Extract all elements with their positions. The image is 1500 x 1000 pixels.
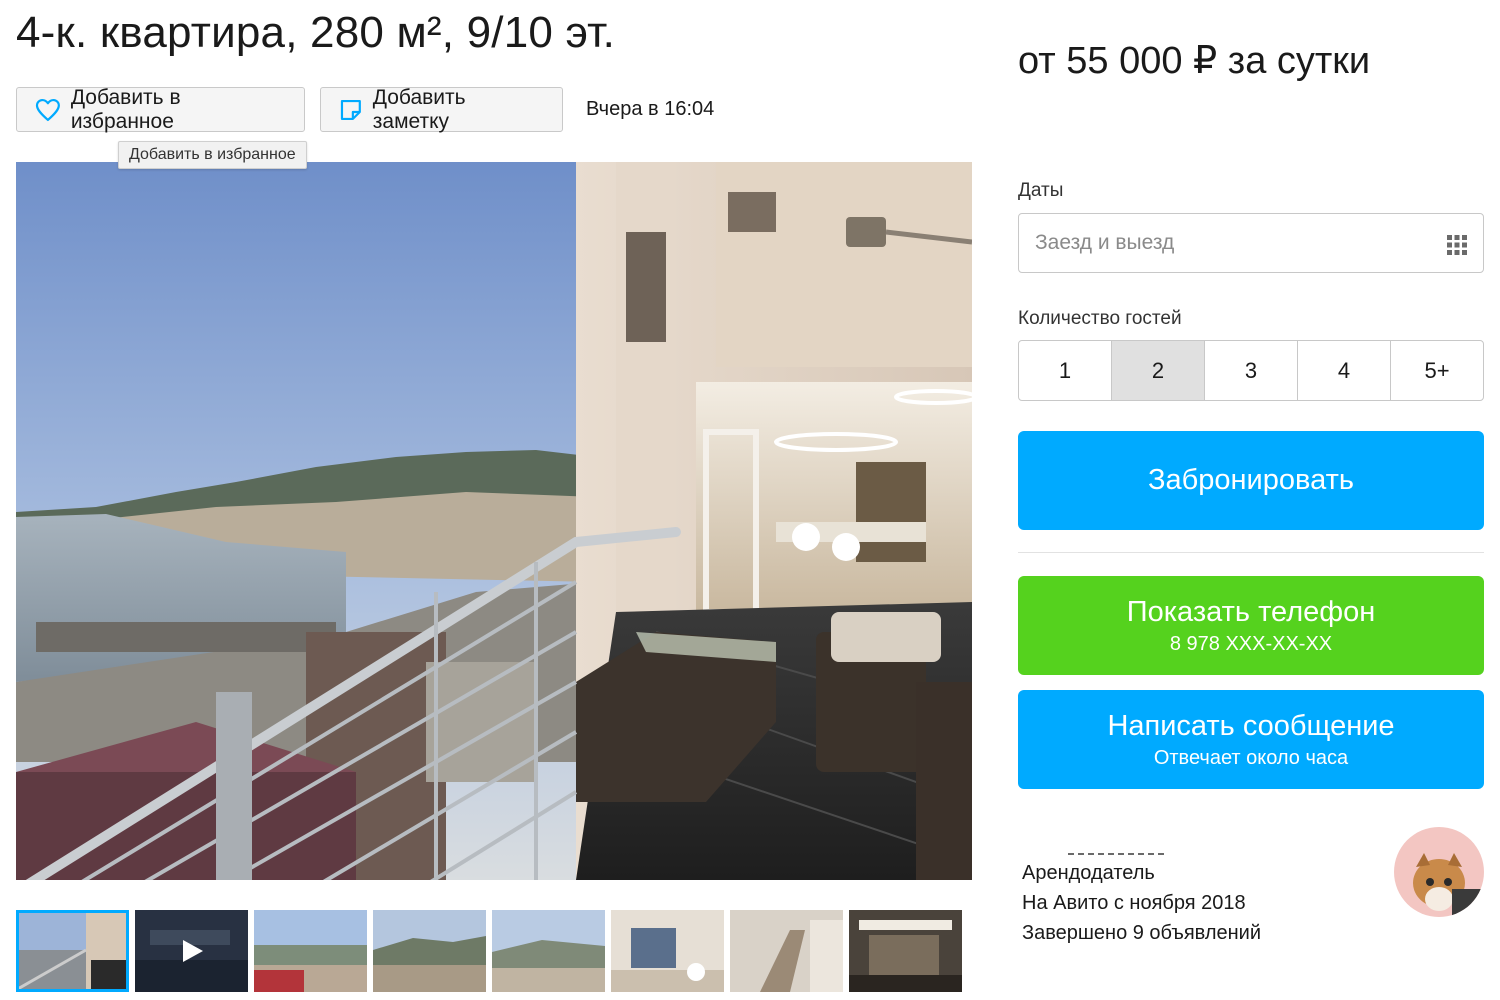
seller-name-redacted [1068, 853, 1164, 855]
guests-selector: 1 2 3 4 5+ [1018, 340, 1484, 401]
guest-option-1[interactable]: 1 [1019, 341, 1112, 400]
photo-thumbnails [16, 910, 962, 992]
section-divider [1018, 552, 1484, 553]
guest-option-4[interactable]: 4 [1298, 341, 1391, 400]
seller-since: На Авито с ноября 2018 [1022, 892, 1246, 914]
seller-role: Арендодатель [1022, 862, 1155, 884]
write-message-button[interactable]: Написать сообщение Отвечает около часа [1018, 690, 1484, 789]
thumbnail-3[interactable] [254, 910, 367, 992]
dates-placeholder: Заезд и выезд [1035, 231, 1175, 254]
dates-label: Даты [1018, 180, 1064, 201]
guest-option-2[interactable]: 2 [1112, 341, 1205, 400]
thumbnail-6[interactable] [611, 910, 724, 992]
show-phone-button[interactable]: Показать телефон 8 978 XXX-XX-XX [1018, 576, 1484, 675]
guest-option-3[interactable]: 3 [1205, 341, 1298, 400]
thumbnail-4[interactable] [373, 910, 486, 992]
posted-time: Вчера в 16:04 [586, 98, 715, 120]
heart-icon [35, 98, 60, 121]
thumbnail-5[interactable] [492, 910, 605, 992]
favorites-tooltip: Добавить в избранное [118, 141, 307, 169]
book-button[interactable]: Забронировать [1018, 431, 1484, 530]
seller-info: Арендодатель На Авито с ноября 2018 Заве… [1022, 858, 1261, 948]
listing-title: 4-к. квартира, 280 м², 9/10 эт. [16, 8, 616, 57]
thumbnail-7[interactable] [730, 910, 843, 992]
book-button-label: Забронировать [1148, 464, 1354, 496]
main-photo[interactable] [16, 162, 972, 880]
calendar-grid-icon [1447, 235, 1467, 255]
phone-number: 8 978 XXX-XX-XX [1169, 632, 1333, 655]
add-note-label: Добавить заметку [372, 85, 466, 133]
show-phone-label: Показать телефон [1126, 595, 1376, 628]
guests-label: Количество гостей [1018, 308, 1182, 329]
guest-option-5-plus[interactable]: 5+ [1391, 341, 1483, 400]
add-to-favorites-button[interactable]: Добавить в избранное [16, 85, 305, 133]
thumbnail-1[interactable] [16, 910, 129, 992]
response-time: Отвечает около часа [1153, 746, 1349, 769]
add-to-favorites-label: Добавить в избранное [70, 85, 181, 133]
note-icon [340, 99, 361, 120]
add-note-button[interactable]: Добавить заметку [320, 85, 563, 133]
thumbnail-8[interactable] [849, 910, 962, 992]
write-message-label: Написать сообщение [1107, 709, 1395, 742]
seller-completed: Завершено 9 объявлений [1022, 922, 1262, 944]
avatar[interactable] [1394, 827, 1484, 917]
listing-price: от 55 000 ₽ за сутки [1018, 40, 1371, 82]
dates-input[interactable]: Заезд и выезд [1018, 213, 1484, 273]
thumbnail-video[interactable] [135, 910, 248, 992]
